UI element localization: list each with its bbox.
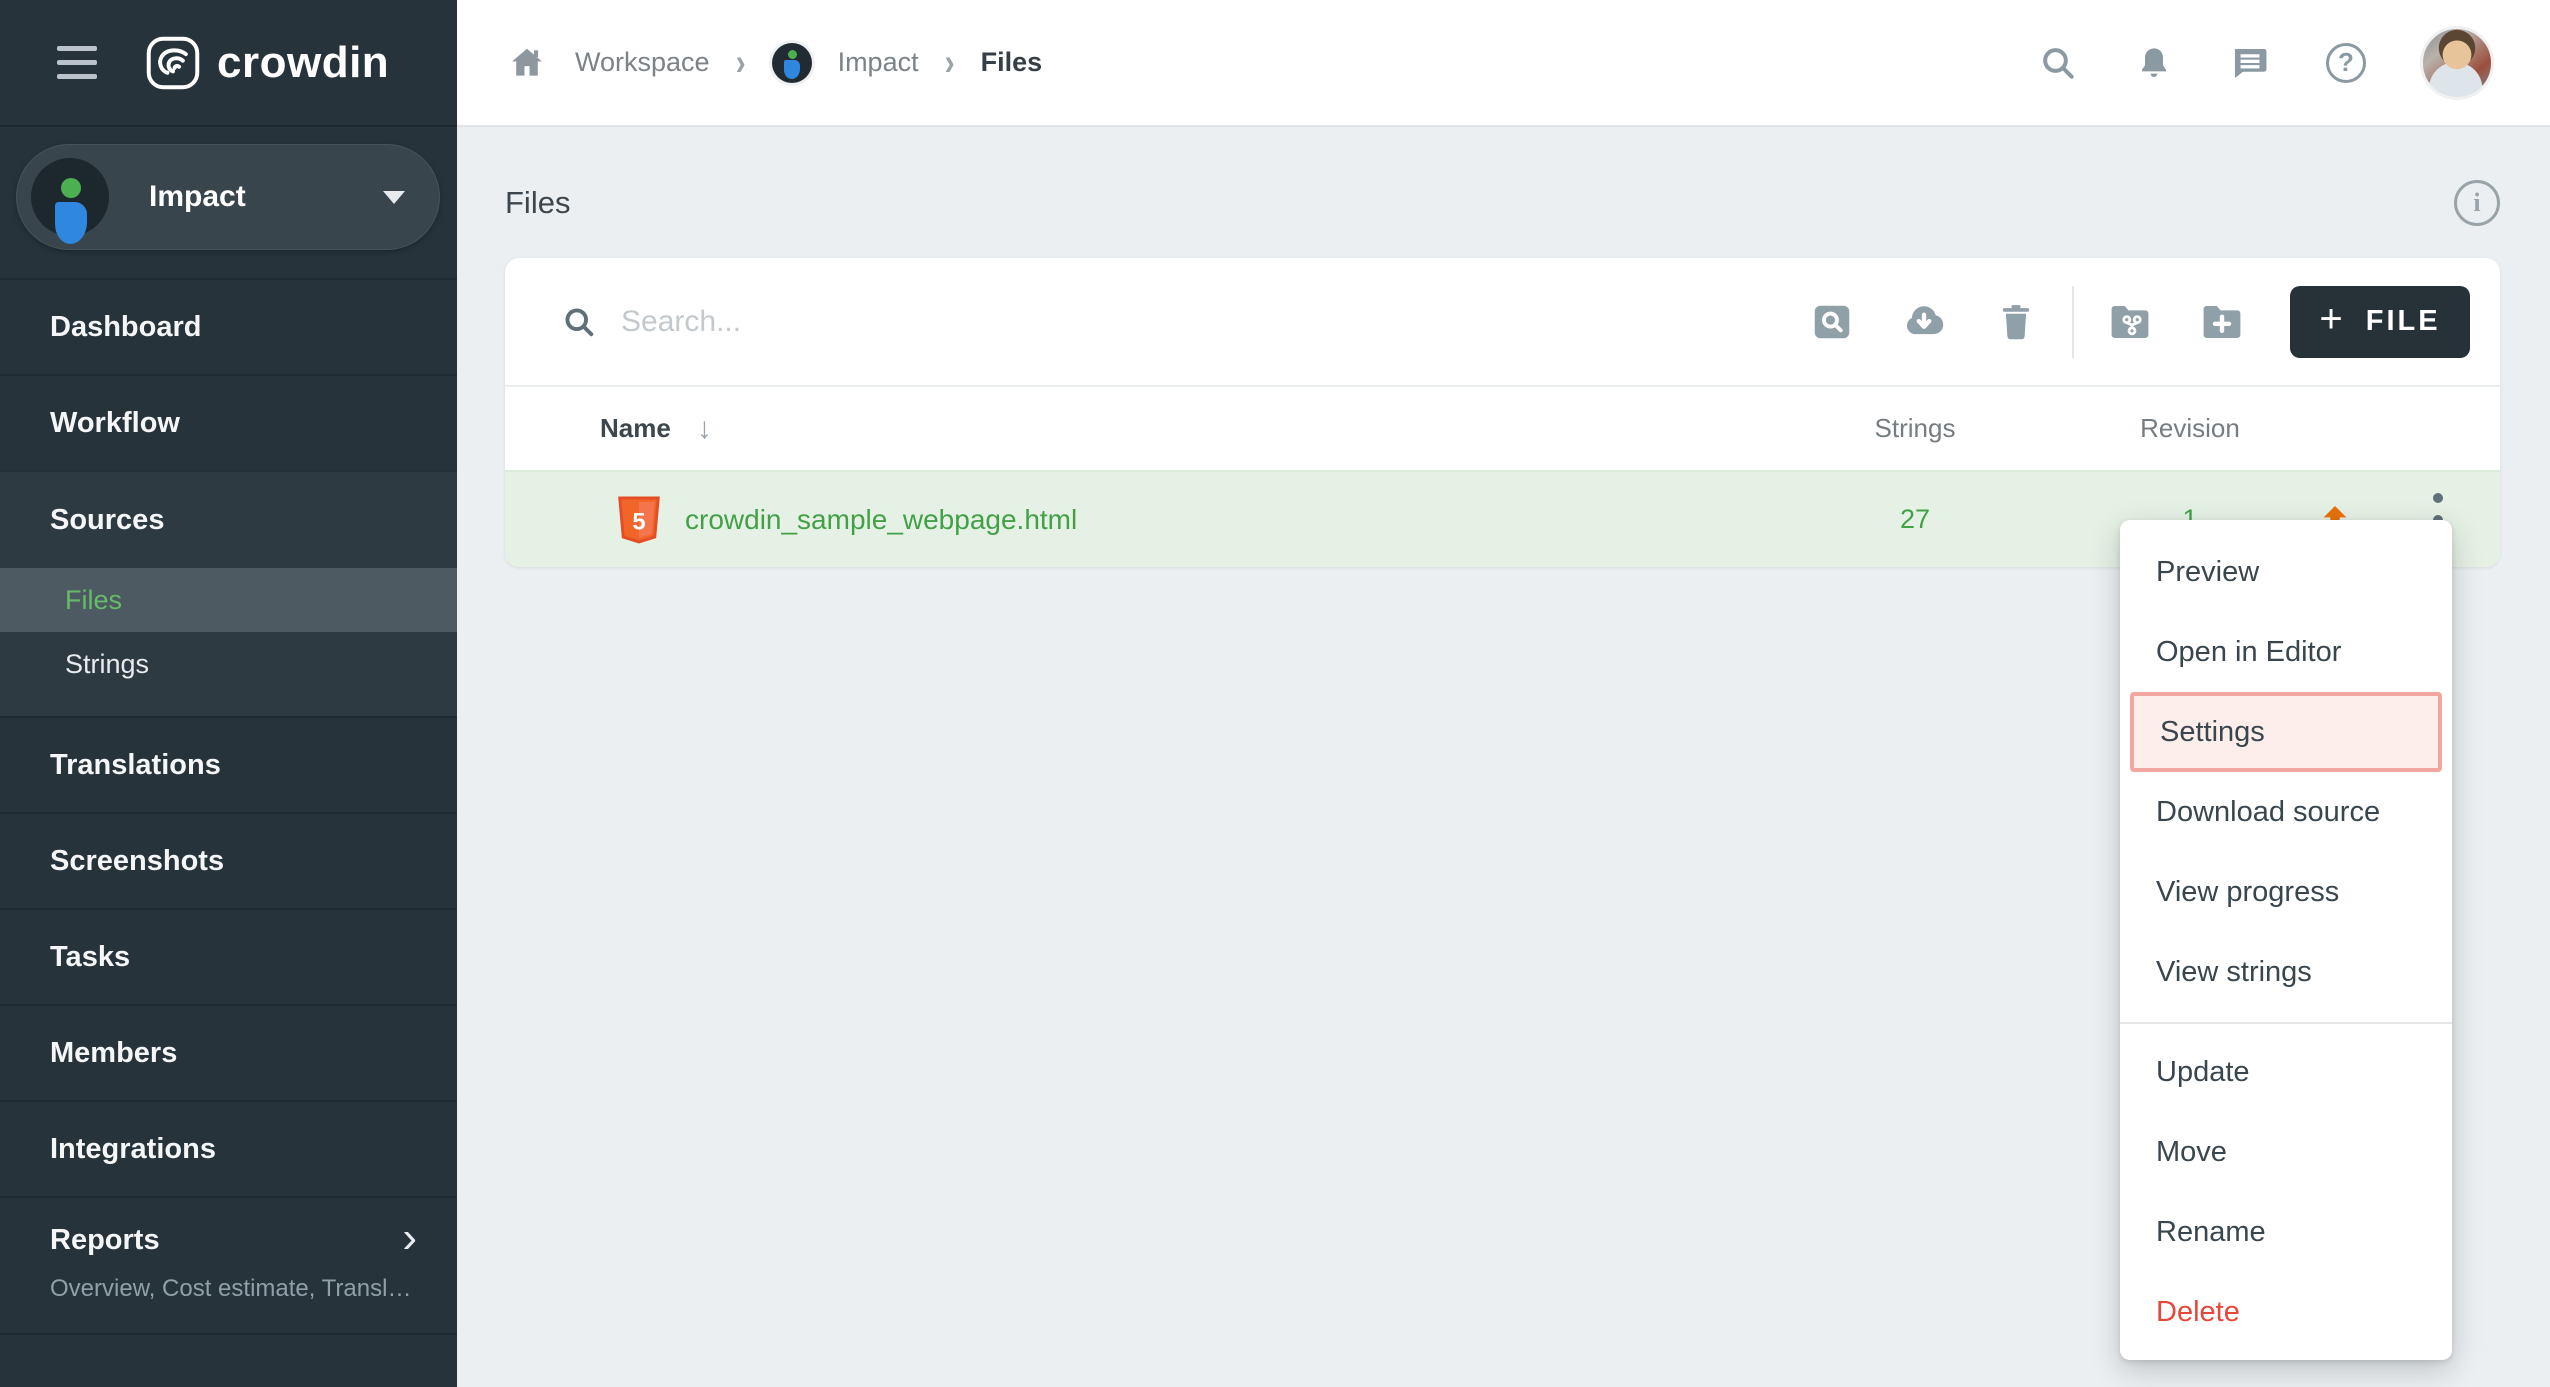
add-file-button[interactable]: + FILE [2290,286,2470,358]
plus-icon: + [2319,297,2345,342]
menu-item-move[interactable]: Move [2120,1112,2452,1192]
sort-descending-icon: ↓ [697,412,712,446]
add-file-button-label: FILE [2366,305,2441,338]
sidebar-item-dashboard[interactable]: Dashboard [0,278,457,374]
help-icon[interactable]: ? [2324,41,2368,85]
page-header: Files i [505,168,2500,238]
file-context-menu: Preview Open in Editor Settings Download… [2120,520,2452,1360]
toolbar-actions: + FILE [1786,286,2470,358]
download-cloud-icon[interactable] [1878,287,1970,357]
sidebar-item-integrations[interactable]: Integrations [0,1100,457,1196]
breadcrumb-project[interactable]: Impact [838,47,919,78]
menu-item-delete[interactable]: Delete [2120,1272,2452,1352]
preview-translation-icon[interactable] [1786,287,1878,357]
sidebar-group-sources: Sources Files Strings [0,470,457,716]
sidebar-item-reports[interactable]: Reports › Overview, Cost estimate, Trans… [0,1196,457,1335]
user-avatar[interactable] [2420,26,2494,100]
help-question-glyph: ? [2326,43,2366,83]
chevron-right-icon: › [402,1224,417,1252]
file-strings-count: 27 [1835,472,1995,567]
breadcrumb: Workspace › Impact › Files [505,41,2036,85]
sidebar-item-screenshots[interactable]: Screenshots [0,812,457,908]
hamburger-menu-icon[interactable] [57,46,97,79]
page-title: Files [505,185,570,221]
sidebar: crowdin Impact Dashboard Workflow Source… [0,0,457,1387]
breadcrumb-current: Files [981,47,1043,78]
add-branch-icon[interactable] [2084,287,2176,357]
kebab-dot [2433,493,2443,503]
crowdin-logo-icon [145,35,201,91]
avatar-green-dot [61,178,81,198]
reports-row: Reports › [50,1224,417,1257]
breadcrumb-workspace[interactable]: Workspace [575,47,710,78]
sidebar-item-members[interactable]: Members [0,1004,457,1100]
topbar: Workspace › Impact › Files [457,0,2550,127]
svg-text:5: 5 [632,508,645,535]
menu-item-view-strings[interactable]: View strings [2120,932,2452,1012]
search-input[interactable] [621,305,1321,339]
toolbar-divider [2072,286,2074,358]
sidebar-item-sources[interactable]: Sources [0,472,457,568]
menu-item-preview[interactable]: Preview [2120,532,2452,612]
menu-item-download-source[interactable]: Download source [2120,772,2452,852]
sidebar-item-translations[interactable]: Translations [0,716,457,812]
hamburger-bar [57,74,97,79]
file-name: crowdin_sample_webpage.html [685,504,1077,536]
menu-item-view-progress[interactable]: View progress [2120,852,2452,932]
menu-item-update[interactable]: Update [2120,1032,2452,1112]
files-toolbar: + FILE [505,258,2500,385]
home-icon[interactable] [505,41,549,85]
crowdin-app-window: crowdin Impact Dashboard Workflow Source… [0,0,2550,1387]
topbar-actions: ? [2036,26,2494,100]
column-name-label: Name [600,413,671,444]
chevron-down-icon [383,191,405,204]
html5-file-icon: 5 [617,495,661,545]
project-switcher[interactable]: Impact [16,144,440,250]
menu-item-settings[interactable]: Settings [2130,692,2442,772]
project-avatar [31,158,109,236]
brand-name: crowdin [217,38,389,88]
add-folder-icon[interactable] [2176,287,2268,357]
file-name-cell[interactable]: 5 crowdin_sample_webpage.html [617,472,1077,567]
breadcrumb-project-avatar [772,43,812,83]
notifications-bell-icon[interactable] [2132,41,2176,85]
reports-label: Reports [50,1224,160,1257]
column-header-strings: Strings [1835,413,1995,444]
sidebar-nav: Dashboard Workflow Sources Files Strings… [0,278,457,1335]
sidebar-item-strings[interactable]: Strings [0,632,457,696]
crowdin-logo[interactable]: crowdin [145,35,389,91]
reports-subtitle: Overview, Cost estimate, Transl… [50,1275,417,1303]
chevron-right-icon: › [736,41,746,84]
search-box [561,304,1786,340]
sidebar-header: crowdin [0,0,457,127]
menu-item-rename[interactable]: Rename [2120,1192,2452,1272]
menu-item-open-in-editor[interactable]: Open in Editor [2120,612,2452,692]
avatar-blue-drop [784,60,800,79]
column-header-revision: Revision [2105,413,2275,444]
project-name: Impact [149,180,383,214]
search-icon[interactable] [2036,41,2080,85]
avatar-green-dot [788,50,797,59]
sidebar-item-files[interactable]: Files [0,568,457,632]
search-icon [561,304,597,340]
chevron-right-icon: › [945,41,955,84]
hamburger-bar [57,60,97,65]
table-header: Name ↓ Strings Revision [505,385,2500,470]
column-header-name[interactable]: Name ↓ [600,412,712,446]
info-icon[interactable]: i [2454,180,2500,226]
sidebar-item-workflow[interactable]: Workflow [0,374,457,470]
menu-divider [2120,1022,2452,1024]
hamburger-bar [57,46,97,51]
avatar-blue-drop [55,202,87,244]
delete-trash-icon[interactable] [1970,287,2062,357]
sidebar-item-tasks[interactable]: Tasks [0,908,457,1004]
messages-chat-icon[interactable] [2228,41,2272,85]
